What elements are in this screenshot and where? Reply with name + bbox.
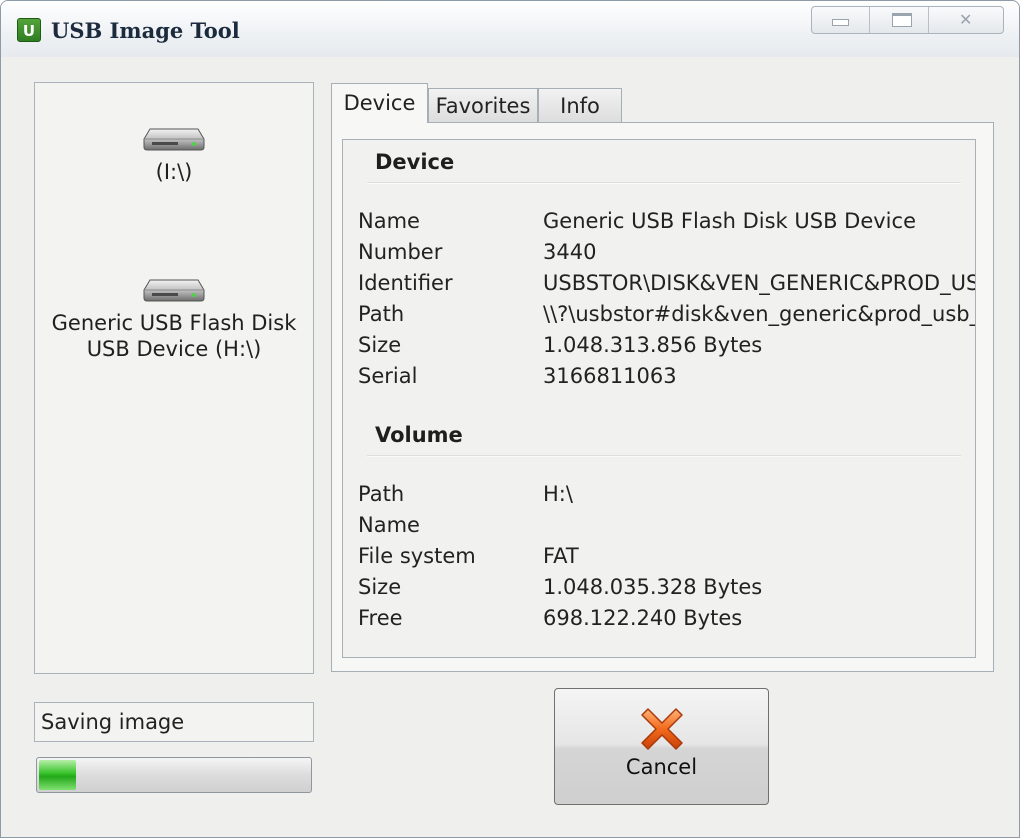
- field-label: Serial: [358, 364, 418, 388]
- drive-label: Generic USB Flash Disk USB Device (H:\): [51, 311, 297, 361]
- field-value: H:\: [543, 482, 573, 506]
- field-label: Number: [358, 240, 443, 264]
- caption-buttons: ✕: [811, 6, 1004, 34]
- device-row: Number 3440: [358, 237, 975, 268]
- volume-row: File system FAT: [358, 541, 975, 572]
- drive-label: (I:\): [155, 160, 193, 184]
- field-value: 3166811063: [543, 364, 677, 388]
- cancel-button[interactable]: Cancel: [554, 688, 769, 805]
- field-label: File system: [358, 544, 476, 568]
- drive-list: (I:\) Generic USB Flash Disk USB Device …: [34, 82, 314, 674]
- field-value: USBSTOR\DISK&VEN_GENERIC&PROD_USB_FLASH_…: [543, 271, 975, 295]
- tab-device[interactable]: Device: [331, 83, 428, 123]
- separator: [367, 182, 961, 184]
- volume-row: Name: [358, 510, 975, 541]
- title-bar[interactable]: U USB Image Tool ✕: [1, 1, 1019, 57]
- volume-section-title: Volume: [375, 423, 463, 447]
- status-text: Saving image: [34, 702, 314, 742]
- field-label: Name: [358, 513, 420, 537]
- device-section-title: Device: [375, 150, 455, 174]
- field-value: 1.048.035.328 Bytes: [543, 575, 763, 599]
- drive-item-h[interactable]: Generic USB Flash Disk USB Device (H:\): [35, 272, 313, 362]
- device-row: Serial 3166811063: [358, 361, 975, 392]
- volume-row: Free 698.122.240 Bytes: [358, 603, 975, 634]
- usb-drive-icon: [143, 279, 205, 302]
- device-row: Size 1.048.313.856 Bytes: [358, 330, 975, 361]
- close-button[interactable]: ✕: [929, 7, 1003, 33]
- field-label: Name: [358, 209, 420, 233]
- maximize-button[interactable]: [870, 7, 929, 33]
- minimize-button[interactable]: [812, 7, 871, 33]
- device-row: Name Generic USB Flash Disk USB Device: [358, 206, 975, 237]
- field-label: Path: [358, 302, 405, 326]
- usb-drive-icon: [143, 128, 205, 151]
- red-x-icon: [641, 708, 683, 750]
- app-icon: U: [17, 18, 41, 42]
- field-label: Size: [358, 333, 402, 357]
- client-area: (I:\) Generic USB Flash Disk USB Device …: [1, 57, 1019, 837]
- field-label: Free: [358, 606, 403, 630]
- progress-bar: [36, 757, 312, 793]
- tab-info[interactable]: Info: [538, 88, 622, 123]
- field-value: Generic USB Flash Disk USB Device: [543, 209, 916, 233]
- field-value: 3440: [543, 240, 597, 264]
- maximize-icon: [892, 13, 913, 27]
- close-icon: ✕: [959, 10, 973, 29]
- field-label: Path: [358, 482, 405, 506]
- field-label: Size: [358, 575, 402, 599]
- volume-row: Path H:\: [358, 479, 975, 510]
- field-label: Identifier: [358, 271, 453, 295]
- tab-favorites[interactable]: Favorites: [428, 88, 538, 123]
- volume-row: Size 1.048.035.328 Bytes: [358, 572, 975, 603]
- minimize-icon: [832, 19, 850, 26]
- cancel-label: Cancel: [625, 755, 698, 779]
- field-value: FAT: [543, 544, 579, 568]
- field-value: 698.122.240 Bytes: [543, 606, 743, 630]
- separator: [367, 455, 961, 457]
- drive-item-i[interactable]: (I:\): [35, 121, 313, 185]
- field-value: 1.048.313.856 Bytes: [543, 333, 763, 357]
- progress-fill: [39, 760, 77, 790]
- device-row: Path \\?\usbstor#disk&ven_generic&prod_u…: [358, 299, 975, 330]
- device-info-panel: Device Name Generic USB Flash Disk USB D…: [342, 139, 976, 658]
- device-row: Identifier USBSTOR\DISK&VEN_GENERIC&PROD…: [358, 268, 975, 299]
- app-window: U USB Image Tool ✕ (I:\) Generic USB Fla…: [0, 0, 1020, 838]
- field-value: \\?\usbstor#disk&ven_generic&prod_usb_fl…: [543, 302, 975, 326]
- window-title: USB Image Tool: [51, 18, 240, 43]
- device-tab-page: Device Name Generic USB Flash Disk USB D…: [331, 122, 994, 672]
